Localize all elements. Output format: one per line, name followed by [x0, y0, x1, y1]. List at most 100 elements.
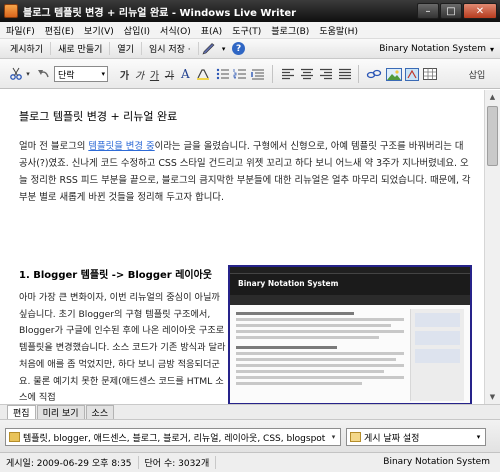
window-controls: – □ ✕	[416, 3, 497, 19]
categories-field[interactable]: 템플릿, blogger, 애드센스, 블로그, 블로거, 리뉴얼, 레이아웃,…	[5, 428, 341, 446]
cut-dropdown-icon[interactable]: ▾	[24, 67, 32, 81]
insert-picture-icon[interactable]	[386, 67, 402, 81]
align-center-icon[interactable]	[300, 67, 314, 81]
undo-icon[interactable]	[36, 67, 50, 81]
screenshot-line	[236, 336, 379, 339]
view-tabs: 편집 미리 보기 소스	[0, 404, 500, 419]
bulleted-list-icon[interactable]	[216, 67, 230, 81]
status-word-count: 단어 수: 3032개	[139, 456, 217, 469]
category-icon	[9, 432, 20, 442]
categories-value: 템플릿, blogger, 애드센스, 블로그, 블로거, 리뉴얼, 레이아웃,…	[23, 433, 326, 444]
underline-button[interactable]: 가	[148, 67, 161, 82]
align-left-icon[interactable]	[281, 67, 295, 81]
screenshot-line	[236, 352, 404, 355]
screenshot-widget	[415, 349, 460, 363]
menu-table[interactable]: 표(A)	[201, 24, 222, 37]
screenshot-line	[236, 324, 391, 327]
strikethrough-button[interactable]: 가	[163, 67, 176, 82]
properties-bar: 템플릿, blogger, 애드센스, 블로그, 블로거, 리뉴얼, 레이아웃,…	[0, 419, 500, 452]
screenshot-line	[236, 312, 354, 315]
new-post-button[interactable]: 새로 만들기	[51, 42, 111, 55]
menu-help[interactable]: 도움말(H)	[319, 24, 358, 37]
highlight-icon[interactable]	[196, 67, 210, 81]
screenshot-line	[236, 330, 404, 333]
chevron-down-icon[interactable]: ▾	[472, 433, 485, 441]
window-title: 블로그 템플릿 변경 + 리뉴얼 완료 - Windows Live Write…	[23, 7, 297, 19]
post-editor[interactable]: 블로그 템플릿 변경 + 리뉴얼 완료 얼마 전 블로그의 템플릿을 변경 중이…	[5, 90, 483, 404]
screenshot-line	[236, 364, 404, 367]
menu-file[interactable]: 파일(F)	[6, 24, 35, 37]
format-toolbar: ▾ 단락 ▾ 가 가 가 가 A 삽입	[0, 59, 500, 89]
dropdown-arrow-icon[interactable]: ▾	[219, 41, 229, 57]
tab-preview[interactable]: 미리 보기	[36, 405, 85, 419]
blog-selector[interactable]: Binary Notation System ▾	[379, 39, 494, 59]
calendar-icon	[350, 432, 361, 442]
blockquote-icon[interactable]	[251, 67, 265, 81]
section-body[interactable]: 아마 가장 큰 변화이자, 이번 리뉴얼의 중심이 아닐까 싶습니다. 초기 B…	[19, 290, 227, 404]
insert-link-icon[interactable]	[366, 67, 382, 81]
font-color-icon[interactable]: A	[180, 67, 192, 81]
scroll-up-icon[interactable]: ▲	[485, 90, 500, 104]
section-heading: 1. Blogger 템플릿 -> Blogger 레이아웃	[19, 270, 212, 281]
menu-tools[interactable]: 도구(T)	[232, 24, 261, 37]
menu-view[interactable]: 보기(V)	[84, 24, 114, 37]
screenshot-line	[236, 358, 396, 361]
screenshot-sidebar	[410, 309, 464, 401]
maximize-button[interactable]: □	[440, 3, 462, 19]
pen-icon[interactable]	[199, 41, 219, 57]
menu-insert[interactable]: 삽입(I)	[124, 24, 150, 37]
status-blog-name: Binary Notation System	[383, 457, 490, 467]
menu-blog[interactable]: 블로그(B)	[271, 24, 309, 37]
menu-edit[interactable]: 편집(E)	[45, 24, 74, 37]
publish-date-value: 게시 날짜 설정	[364, 433, 420, 444]
publish-date-field[interactable]: 게시 날짜 설정 ▾	[346, 428, 486, 446]
title-bar: 블로그 템플릿 변경 + 리뉴얼 완료 - Windows Live Write…	[0, 0, 500, 22]
scroll-thumb[interactable]	[487, 106, 498, 166]
screenshot-content-column	[236, 309, 404, 385]
align-right-icon[interactable]	[319, 67, 333, 81]
app-icon	[4, 4, 18, 18]
bold-button[interactable]: 가	[118, 67, 131, 82]
close-button[interactable]: ✕	[463, 3, 497, 19]
status-published-date: 게시일: 2009-06-29 오후 8:35	[0, 456, 139, 469]
justify-icon[interactable]	[338, 67, 352, 81]
numbered-list-icon[interactable]	[233, 67, 247, 81]
embedded-blog-screenshot[interactable]: Binary Notation System	[228, 265, 472, 404]
toolbar-separator	[358, 65, 359, 83]
toolbar-separator	[272, 65, 273, 83]
cut-icon[interactable]	[8, 67, 24, 81]
italic-button[interactable]: 가	[133, 67, 146, 82]
chevron-down-icon[interactable]: ▾	[327, 433, 340, 441]
screenshot-line	[236, 346, 337, 349]
publish-button[interactable]: 게시하기	[6, 42, 52, 55]
chevron-down-icon: ▾	[489, 44, 494, 54]
intro-text-before: 얼마 전 블로그의	[19, 141, 89, 152]
screenshot-line	[236, 318, 404, 321]
scroll-down-icon[interactable]: ▼	[485, 390, 500, 404]
intro-link[interactable]: 템플릿을 변경 중	[88, 141, 154, 152]
tab-edit[interactable]: 편집	[7, 405, 36, 419]
svg-text:A: A	[180, 67, 190, 81]
screenshot-line	[236, 382, 362, 385]
help-icon[interactable]: ?	[229, 41, 249, 57]
insert-map-icon[interactable]	[405, 67, 419, 81]
screenshot-widget	[415, 313, 460, 327]
tab-source[interactable]: 소스	[85, 405, 115, 419]
blog-selector-label: Binary Notation System	[379, 44, 486, 54]
post-title[interactable]: 블로그 템플릿 변경 + 리뉴얼 완료	[19, 108, 177, 124]
save-draft-button[interactable]: 임시 저장 ·	[142, 42, 199, 55]
screenshot-line	[236, 370, 384, 373]
screenshot-body	[230, 305, 470, 403]
minimize-button[interactable]: –	[417, 3, 439, 19]
insert-table-icon[interactable]	[423, 67, 437, 81]
paragraph-style-select[interactable]: 단락 ▾	[54, 66, 108, 82]
insert-menu-button[interactable]: 삽입	[464, 67, 490, 81]
menu-bar: 파일(F) 편집(E) 보기(V) 삽입(I) 서식(O) 표(A) 도구(T)…	[0, 22, 500, 39]
command-bar: 게시하기 새로 만들기 열기 임시 저장 · ▾ ? Binary Notati…	[0, 39, 500, 59]
open-button[interactable]: 열기	[110, 42, 142, 55]
vertical-scrollbar[interactable]: ▲ ▼	[484, 90, 500, 404]
screenshot-nav	[230, 295, 470, 305]
menu-format[interactable]: 서식(O)	[160, 24, 191, 37]
screenshot-line	[236, 376, 404, 379]
intro-paragraph[interactable]: 얼마 전 블로그의 템플릿을 변경 중이라는 글을 올렸습니다. 구형에서 신형…	[19, 138, 471, 206]
